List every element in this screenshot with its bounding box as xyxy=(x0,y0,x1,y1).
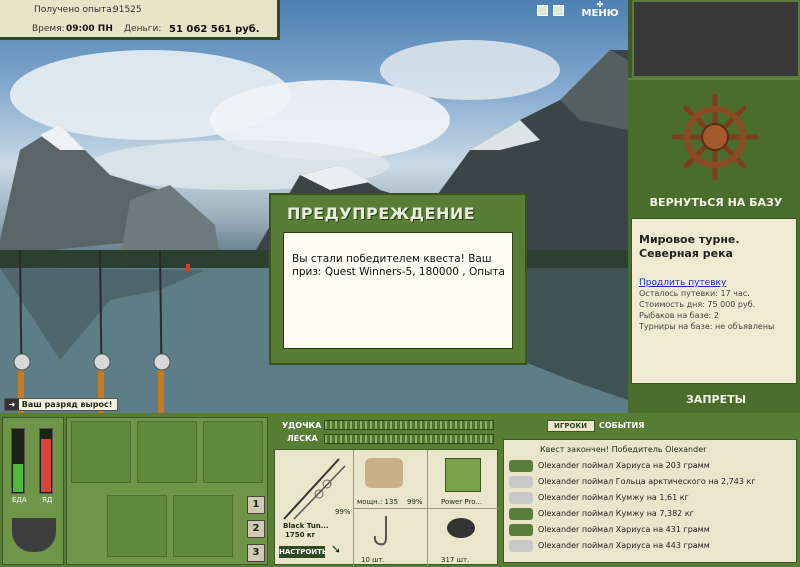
rod-name: Black Tun... xyxy=(283,522,329,530)
bait-beetle-icon[interactable] xyxy=(447,518,475,538)
food-basket-icon[interactable] xyxy=(107,495,167,557)
tour-info: Мировое турне. Северная река Продлить пу… xyxy=(631,218,797,384)
line-name: Power Pro... xyxy=(441,498,483,506)
log-entry: Olexander поймал Хариуса на 203 грамм xyxy=(504,458,796,474)
tab-players-label: ИГРОКИ xyxy=(554,422,587,430)
log-entry-text: Olexander поймал Хариуса на 443 грамм xyxy=(538,541,710,550)
log-entry-text: Olexander поймал Хариуса на 203 грамм xyxy=(538,461,710,470)
inventory-page-2[interactable]: 2 xyxy=(247,520,265,538)
reel-percent: 99% xyxy=(407,498,423,506)
expand-arrow-icon[interactable]: ➘ xyxy=(331,542,341,556)
food-gauge xyxy=(11,428,25,494)
log-entry: Olexander поймал Гольца арктического на … xyxy=(504,474,796,490)
return-to-base-button[interactable]: ВЕРНУТЬСЯ НА БАЗУ xyxy=(632,196,800,209)
dialog-message: Вы стали победителем квеста! Ваш приз: Q… xyxy=(292,253,505,278)
log-entry: Olexander поймал Хариуса на 431 грамм xyxy=(504,522,796,538)
menu-button[interactable]: ✤ МЕНЮ xyxy=(578,1,622,21)
inventory-page-1[interactable]: 1 xyxy=(247,496,265,514)
line-tension-bar xyxy=(324,434,494,444)
time-label: Время: xyxy=(32,24,65,34)
player-info-panel: Получено опыта: 91525 Время: 09:00 ПН Де… xyxy=(0,0,280,40)
rod-percent: 99% xyxy=(335,508,351,516)
fish-icon xyxy=(509,476,533,488)
fish-icon xyxy=(509,508,533,520)
log-header: Квест закончен! Победитель Olexander xyxy=(540,445,707,454)
tab-players[interactable]: ИГРОКИ xyxy=(547,420,595,432)
tour-day-cost: Стоимость дня: 75 000 руб. xyxy=(639,300,756,309)
reel-power: мощн.: 135 xyxy=(357,498,398,506)
fish-icon xyxy=(509,492,533,504)
dialog-title: ПРЕДУПРЕЖДЕНИЕ xyxy=(287,204,476,223)
fish-icon xyxy=(509,460,533,472)
food-label: ЕДА xyxy=(12,496,27,504)
sound-button[interactable] xyxy=(553,5,564,19)
tour-fishers-count: Рыбаков на базе: 2 xyxy=(639,311,719,320)
log-entry-text: Olexander поймал Кумжу на 7,382 кг xyxy=(538,509,694,518)
status-panel: ЕДА ЯД xyxy=(2,417,64,565)
log-entry-text: Olexander поймал Гольца арктического на … xyxy=(538,477,756,486)
tour-title: Мировое турне. Северная река xyxy=(639,233,740,260)
arrow-right-icon: ➜ xyxy=(5,399,19,410)
rank-notice[interactable]: ➜ Ваш разряд вырос! xyxy=(4,398,118,411)
bans-button[interactable]: ЗАПРЕТЫ xyxy=(632,393,800,406)
fish-icon xyxy=(509,524,533,536)
pause-icon xyxy=(537,5,548,16)
ship-wheel-icon[interactable] xyxy=(670,92,760,182)
rod-tension-bar xyxy=(324,420,494,430)
money-value: 51 062 561 руб. xyxy=(169,24,260,35)
rod-label: УДОЧКА xyxy=(282,421,322,430)
minimap-panel xyxy=(632,0,800,78)
log-entry: Olexander поймал Хариуса на 443 грамм xyxy=(504,538,796,554)
inventory-panel: 1 2 3 xyxy=(66,417,268,565)
reel-icon[interactable] xyxy=(365,458,403,488)
pause-button[interactable] xyxy=(537,5,548,19)
event-log: Квест закончен! Победитель Olexander Ole… xyxy=(503,439,797,563)
tour-tournaments: Турниры на базе: не объявлены xyxy=(639,322,775,331)
extend-tour-link[interactable]: Продлить путевку xyxy=(639,278,789,288)
tour-hours-left: Осталось путевки: 17 час. xyxy=(639,289,750,298)
time-value: 09:00 ПН xyxy=(66,24,113,34)
hook-icon[interactable] xyxy=(371,514,401,550)
log-entry-text: Olexander поймал Кумжу на 1,61 кг xyxy=(538,493,689,502)
line-label: ЛЕСКА xyxy=(287,434,318,443)
rod-weight: 1750 кг xyxy=(285,531,316,539)
setup-button[interactable]: НАСТРОИТЬ xyxy=(279,546,327,558)
bait-count: 317 шт. xyxy=(441,556,470,564)
poison-label: ЯД xyxy=(42,496,53,504)
hooks-count: 10 шт. xyxy=(361,556,385,564)
tackle-box-icon[interactable] xyxy=(71,421,131,483)
log-entry-text: Olexander поймал Хариуса на 431 грамм xyxy=(538,525,710,534)
money-label: Деньги: xyxy=(124,24,162,34)
exp-value: 91525 xyxy=(113,5,142,15)
exp-label: Получено опыта: xyxy=(34,5,115,15)
menu-label: МЕНЮ xyxy=(581,8,619,19)
sound-icon xyxy=(553,5,564,16)
wheel-icon: ✤ xyxy=(596,0,604,9)
cauldron-icon[interactable] xyxy=(12,518,56,552)
journal-icon[interactable] xyxy=(203,421,263,483)
fishing-line-icon[interactable] xyxy=(445,458,481,492)
tackle-panel: 99% Black Tun... 1750 кг НАСТРОИТЬ ➘ мощ… xyxy=(274,449,499,566)
rank-notice-text: Ваш разряд вырос! xyxy=(21,400,113,409)
tab-events[interactable]: СОБЫТИЯ xyxy=(599,421,644,430)
log-entry: Olexander поймал Кумжу на 1,61 кг xyxy=(504,490,796,506)
fish-icon xyxy=(509,540,533,552)
dialog-body: Вы стали победителем квеста! Ваш приз: Q… xyxy=(283,232,513,349)
warning-dialog: ПРЕДУПРЕЖДЕНИЕ Вы стали победителем квес… xyxy=(269,193,527,365)
log-entry: Olexander поймал Кумжу на 7,382 кг xyxy=(504,506,796,522)
poison-gauge xyxy=(39,428,53,494)
bucket-icon[interactable] xyxy=(173,495,233,557)
inventory-page-3[interactable]: 3 xyxy=(247,544,265,562)
bait-bag-icon[interactable] xyxy=(137,421,197,483)
divider xyxy=(353,508,499,509)
